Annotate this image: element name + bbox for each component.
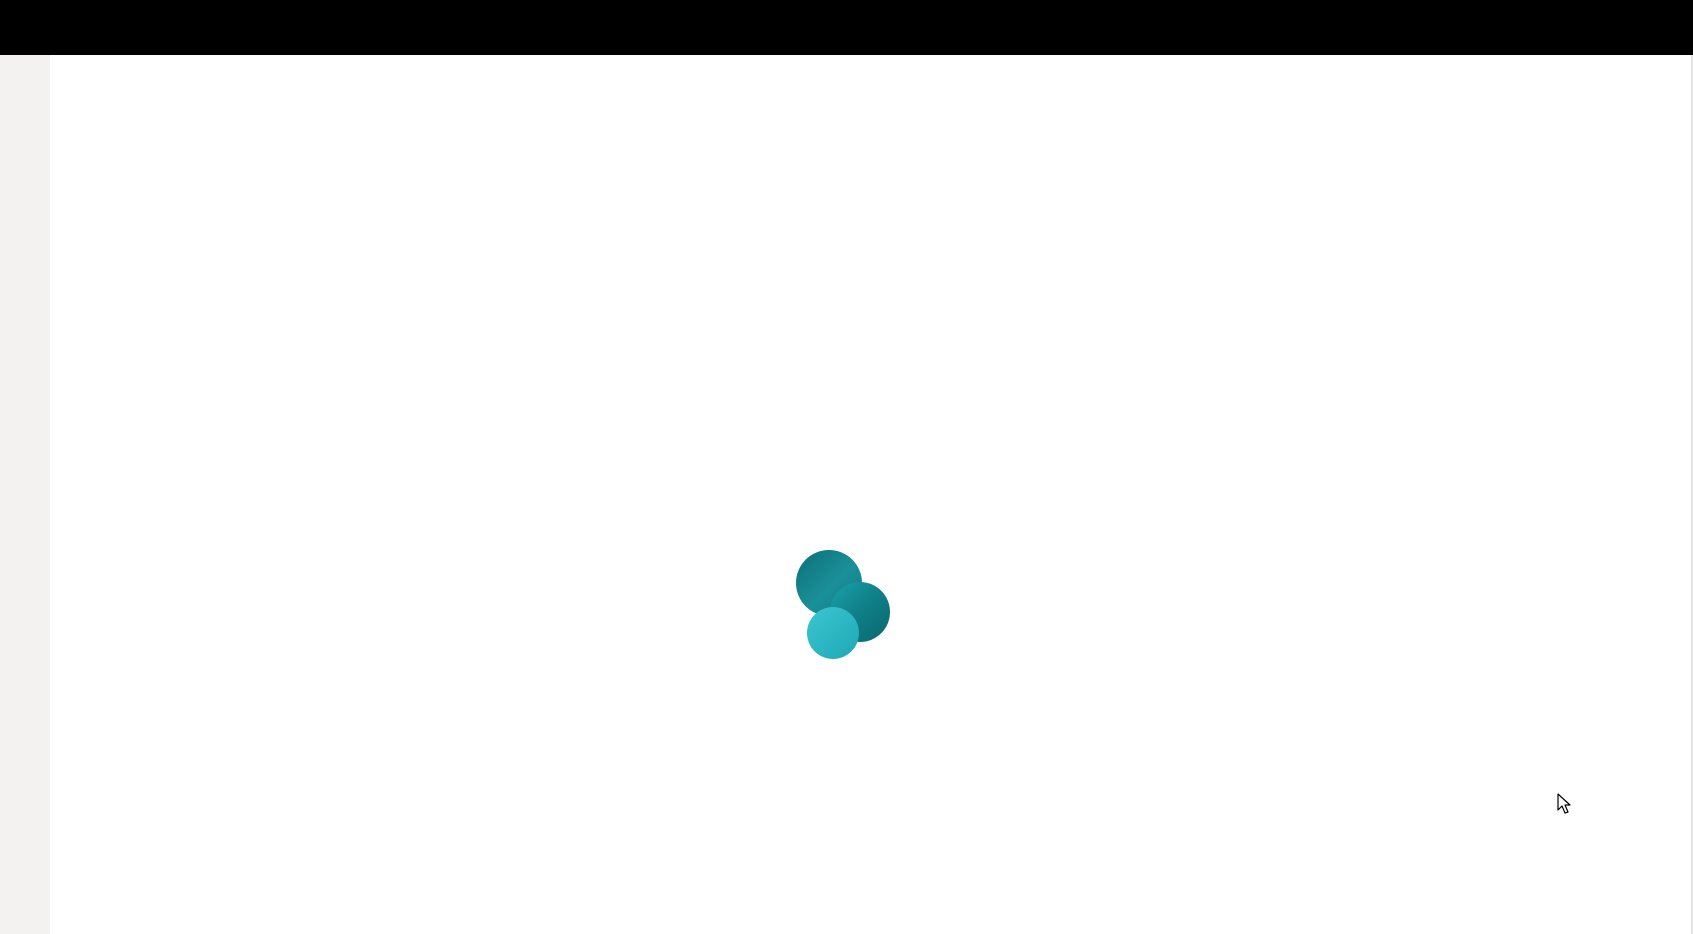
app-window xyxy=(0,0,1693,934)
mouse-pointer-icon xyxy=(1557,793,1571,814)
loading-canvas xyxy=(50,55,1691,934)
left-app-rail xyxy=(0,55,50,934)
top-suite-bar xyxy=(0,0,1693,55)
sharepoint-logo-icon xyxy=(796,550,890,659)
